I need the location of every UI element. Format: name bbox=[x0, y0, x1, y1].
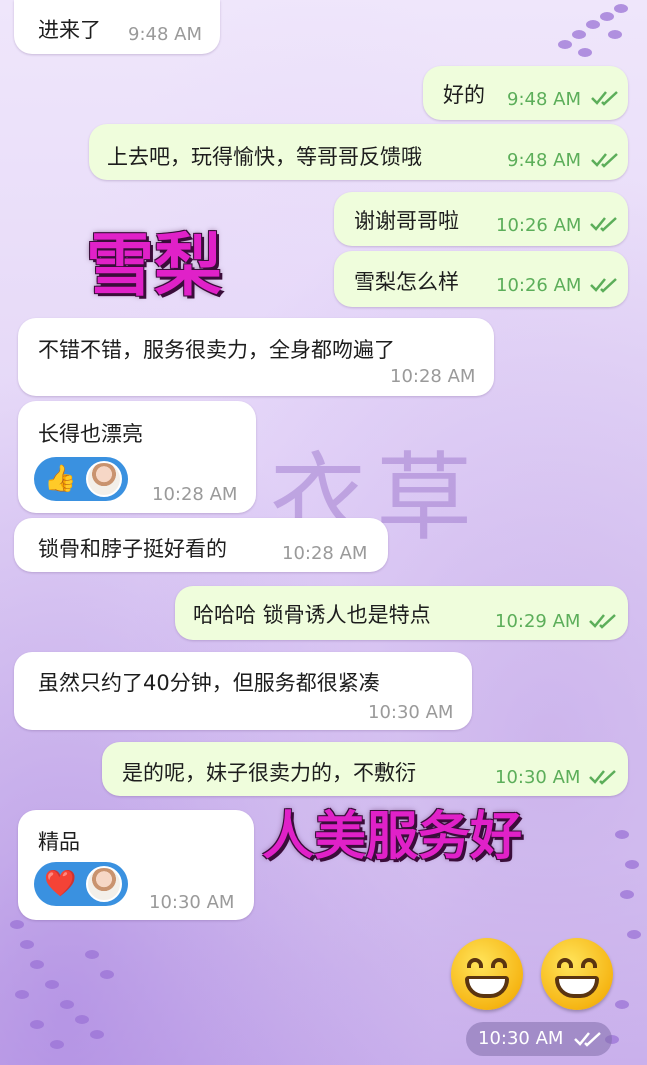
message-bubble-outgoing[interactable]: 是的呢，妹子很卖力的，不敷衍 10:30 AM bbox=[102, 742, 628, 796]
double-check-icon bbox=[589, 770, 616, 785]
reaction-chip[interactable]: ❤️ bbox=[34, 862, 128, 906]
reaction-chip[interactable]: 👍 bbox=[34, 457, 128, 501]
message-text: 精品 bbox=[38, 830, 80, 854]
message-text: 是的呢，妹子很卖力的，不敷衍 bbox=[122, 761, 416, 785]
message-bubble-incoming[interactable]: 进来了 9:48 AM bbox=[14, 0, 220, 54]
message-time: 10:28 AM bbox=[282, 543, 368, 564]
double-check-icon bbox=[590, 217, 617, 232]
avatar bbox=[86, 866, 122, 902]
message-time: 10:30 AM bbox=[368, 702, 454, 723]
avatar bbox=[86, 461, 122, 497]
message-text: 虽然只约了40分钟，但服务都很紧凑 bbox=[38, 671, 380, 695]
message-text: 哈哈哈 锁骨诱人也是特点 bbox=[193, 603, 431, 627]
double-check-icon bbox=[591, 91, 618, 106]
message-bubble-outgoing[interactable]: 上去吧，玩得愉快，等哥哥反馈哦 9:48 AM bbox=[89, 124, 628, 180]
message-bubble-incoming[interactable]: 虽然只约了40分钟，但服务都很紧凑 10:30 AM bbox=[14, 652, 472, 730]
message-text: 锁骨和脖子挺好看的 bbox=[38, 537, 227, 561]
double-check-icon bbox=[574, 1032, 601, 1047]
message-text: 谢谢哥哥啦 bbox=[354, 209, 459, 233]
message-time: 10:26 AM bbox=[496, 275, 582, 296]
message-time: 10:26 AM bbox=[496, 215, 582, 236]
message-time: 10:30 AM bbox=[478, 1028, 564, 1049]
message-text: 长得也漂亮 bbox=[38, 422, 143, 446]
message-bubble-outgoing[interactable]: 雪梨怎么样 10:26 AM bbox=[334, 251, 628, 307]
overlay-name-text: 雪梨 bbox=[86, 227, 223, 306]
message-time: 10:29 AM bbox=[495, 611, 581, 632]
message-time: 9:48 AM bbox=[128, 24, 202, 45]
heart-emoji: ❤️ bbox=[44, 869, 77, 899]
message-bubble-outgoing[interactable]: 好的 9:48 AM bbox=[423, 66, 628, 120]
message-text: 不错不错，服务很卖力，全身都吻遍了 bbox=[38, 338, 395, 362]
message-bubble-incoming[interactable]: 不错不错，服务很卖力，全身都吻遍了 10:28 AM bbox=[18, 318, 494, 396]
message-text: 进来了 bbox=[38, 18, 101, 42]
grinning-face-emoji bbox=[451, 938, 523, 1010]
overlay-slogan-text: 人美服务好 bbox=[262, 807, 523, 867]
double-check-icon bbox=[589, 614, 616, 629]
message-text: 上去吧，玩得愉快，等哥哥反馈哦 bbox=[107, 145, 422, 169]
emoji-message-time: 10:30 AM bbox=[466, 1022, 612, 1056]
lavender-decoration-top-right bbox=[548, 0, 647, 70]
message-time: 9:48 AM bbox=[507, 89, 581, 110]
message-time: 10:30 AM bbox=[495, 767, 581, 788]
message-time: 10:30 AM bbox=[149, 892, 235, 913]
message-text: 好的 bbox=[443, 83, 485, 107]
message-time: 9:48 AM bbox=[507, 150, 581, 171]
message-bubble-outgoing[interactable]: 谢谢哥哥啦 10:26 AM bbox=[334, 192, 628, 246]
double-check-icon bbox=[590, 278, 617, 293]
message-text: 雪梨怎么样 bbox=[354, 270, 459, 294]
double-check-icon bbox=[591, 153, 618, 168]
message-time: 10:28 AM bbox=[152, 484, 238, 505]
thumbs-up-emoji: 👍 bbox=[44, 464, 77, 494]
lavender-decoration-bottom-left bbox=[0, 900, 140, 1065]
message-bubble-outgoing[interactable]: 哈哈哈 锁骨诱人也是特点 10:29 AM bbox=[175, 586, 628, 640]
message-bubble-incoming[interactable]: 精品 ❤️ 10:30 AM bbox=[18, 810, 254, 920]
grinning-face-emoji bbox=[541, 938, 613, 1010]
message-time: 10:28 AM bbox=[390, 366, 476, 387]
message-bubble-incoming[interactable]: 锁骨和脖子挺好看的 10:28 AM bbox=[14, 518, 388, 572]
message-bubble-incoming[interactable]: 长得也漂亮 👍 10:28 AM bbox=[18, 401, 256, 513]
